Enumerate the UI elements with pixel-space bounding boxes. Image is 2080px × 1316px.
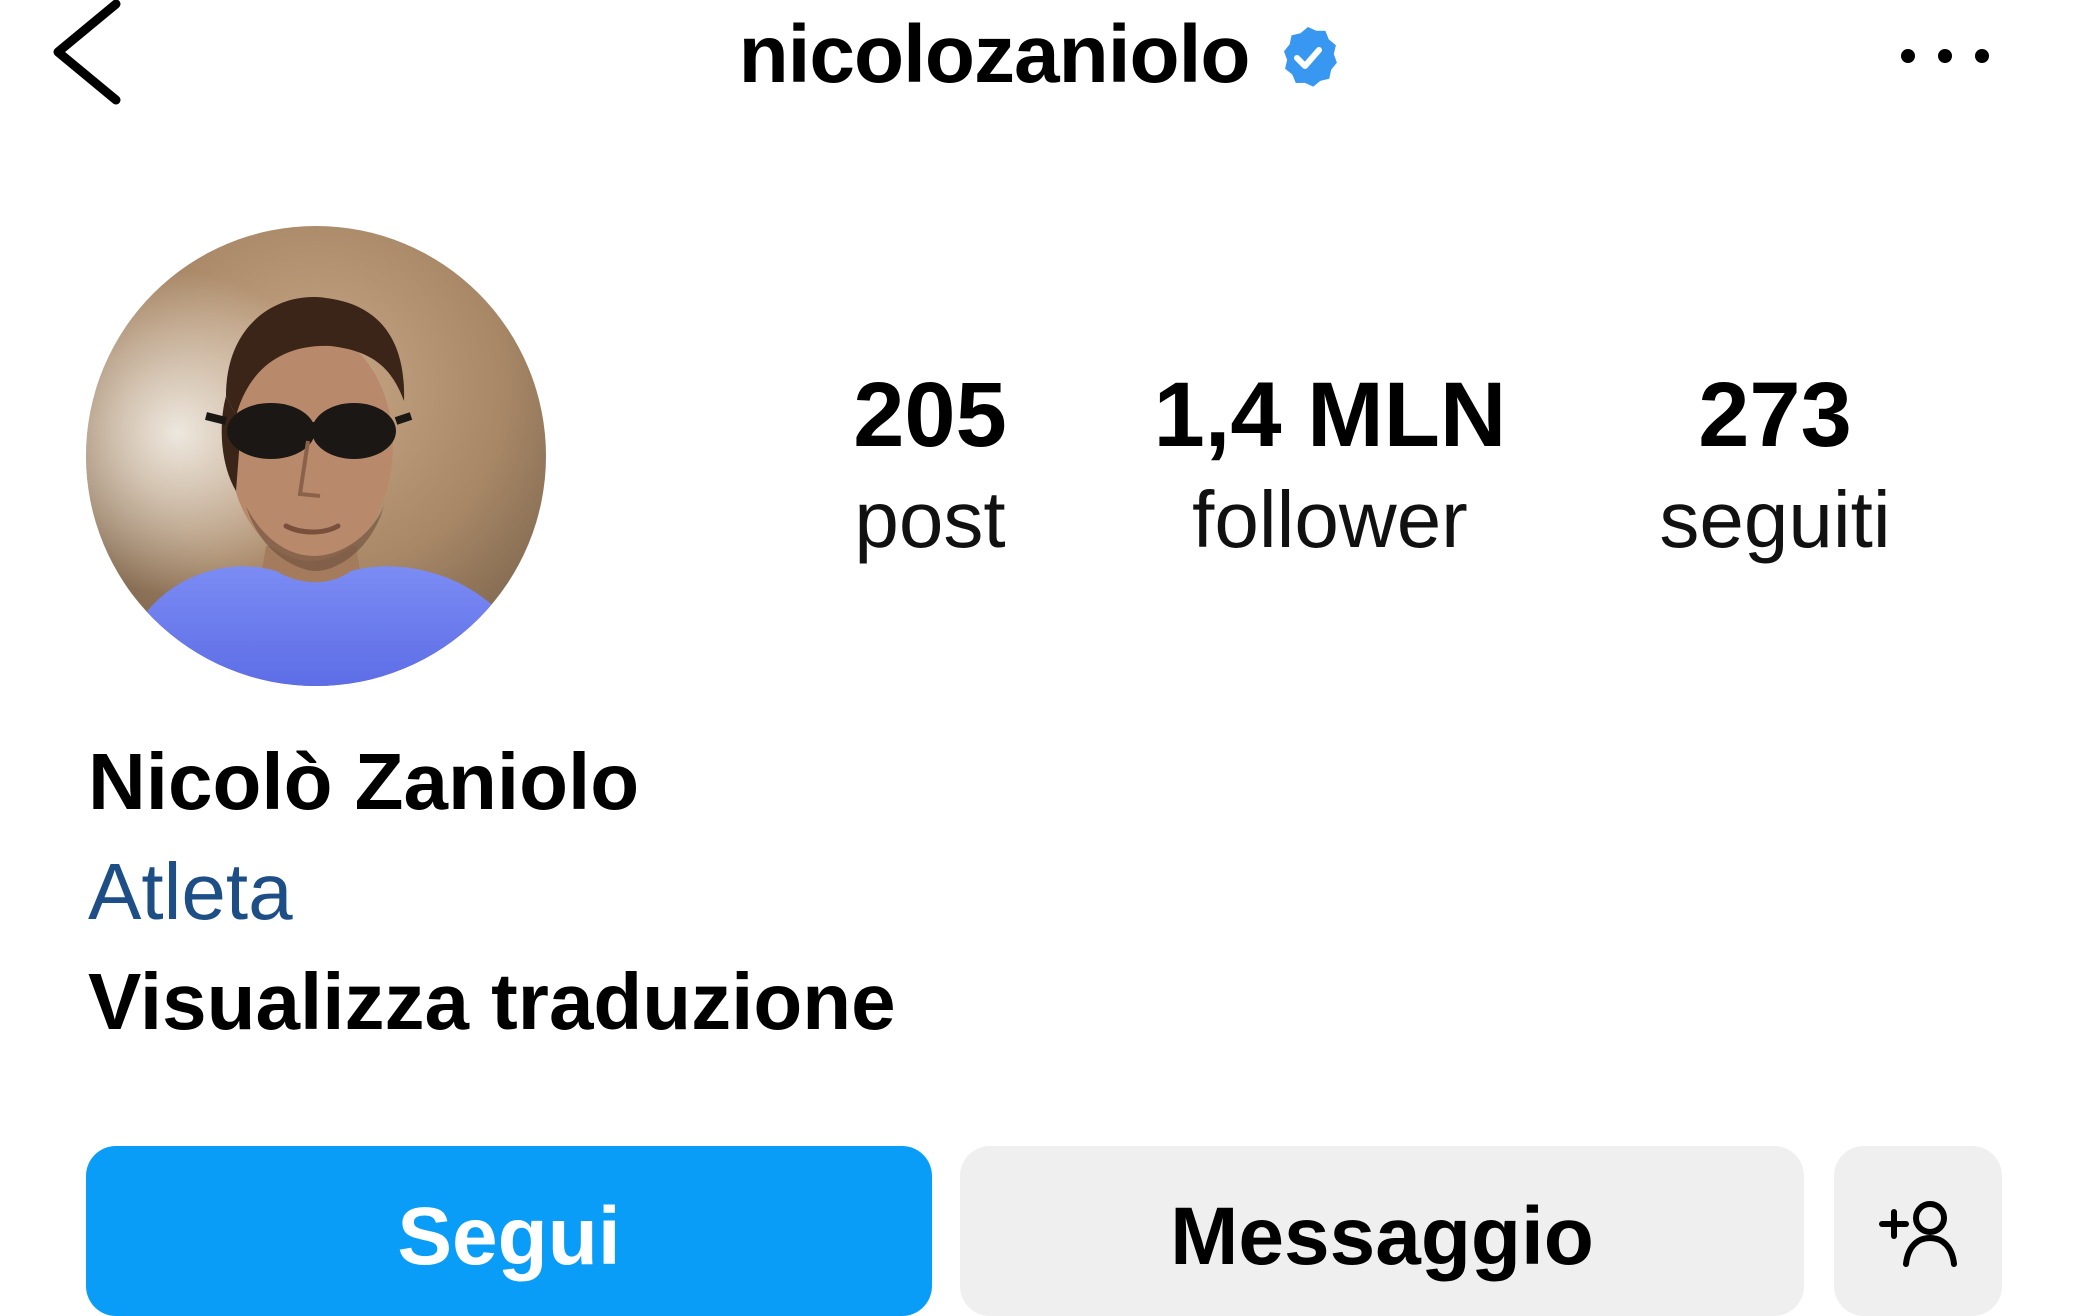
suggested-accounts-button[interactable] [1834, 1146, 2002, 1316]
following-label: seguiti [1659, 475, 1891, 564]
chevron-left-icon [53, 0, 121, 105]
message-button[interactable]: Messaggio [960, 1146, 1804, 1316]
more-options-button[interactable] [1890, 20, 2000, 90]
message-button-label: Messaggio [1170, 1191, 1594, 1282]
follow-button-label: Segui [397, 1191, 621, 1282]
follow-button[interactable]: Segui [86, 1146, 932, 1316]
see-translation-link[interactable]: Visualizza traduzione [88, 952, 896, 1052]
add-person-icon [1879, 1201, 1957, 1267]
followers-count: 1,4 MLN [1153, 364, 1507, 466]
followers-stat[interactable]: 1,4 MLN follower [1130, 360, 1530, 570]
following-stat[interactable]: 273 seguiti [1600, 360, 1950, 570]
more-horizontal-icon [1901, 49, 1989, 63]
following-count: 273 [1698, 364, 1852, 466]
profile-stats: 205 post 1,4 MLN follower 273 seguiti [790, 360, 1950, 580]
posts-stat[interactable]: 205 post [790, 360, 1070, 570]
back-button[interactable] [40, 0, 130, 110]
profile-category: Atleta [88, 847, 293, 936]
verified-badge-icon [1284, 27, 1338, 87]
posts-label: post [854, 475, 1006, 564]
profile-avatar[interactable] [86, 226, 546, 686]
posts-count: 205 [853, 364, 1007, 466]
profile-header: nicolozaniolo [0, 0, 2080, 130]
profile-photo [86, 226, 546, 686]
profile-username: nicolozaniolo [738, 9, 1251, 100]
followers-label: follower [1192, 475, 1468, 564]
profile-full-name: Nicolò Zaniolo [88, 737, 640, 826]
